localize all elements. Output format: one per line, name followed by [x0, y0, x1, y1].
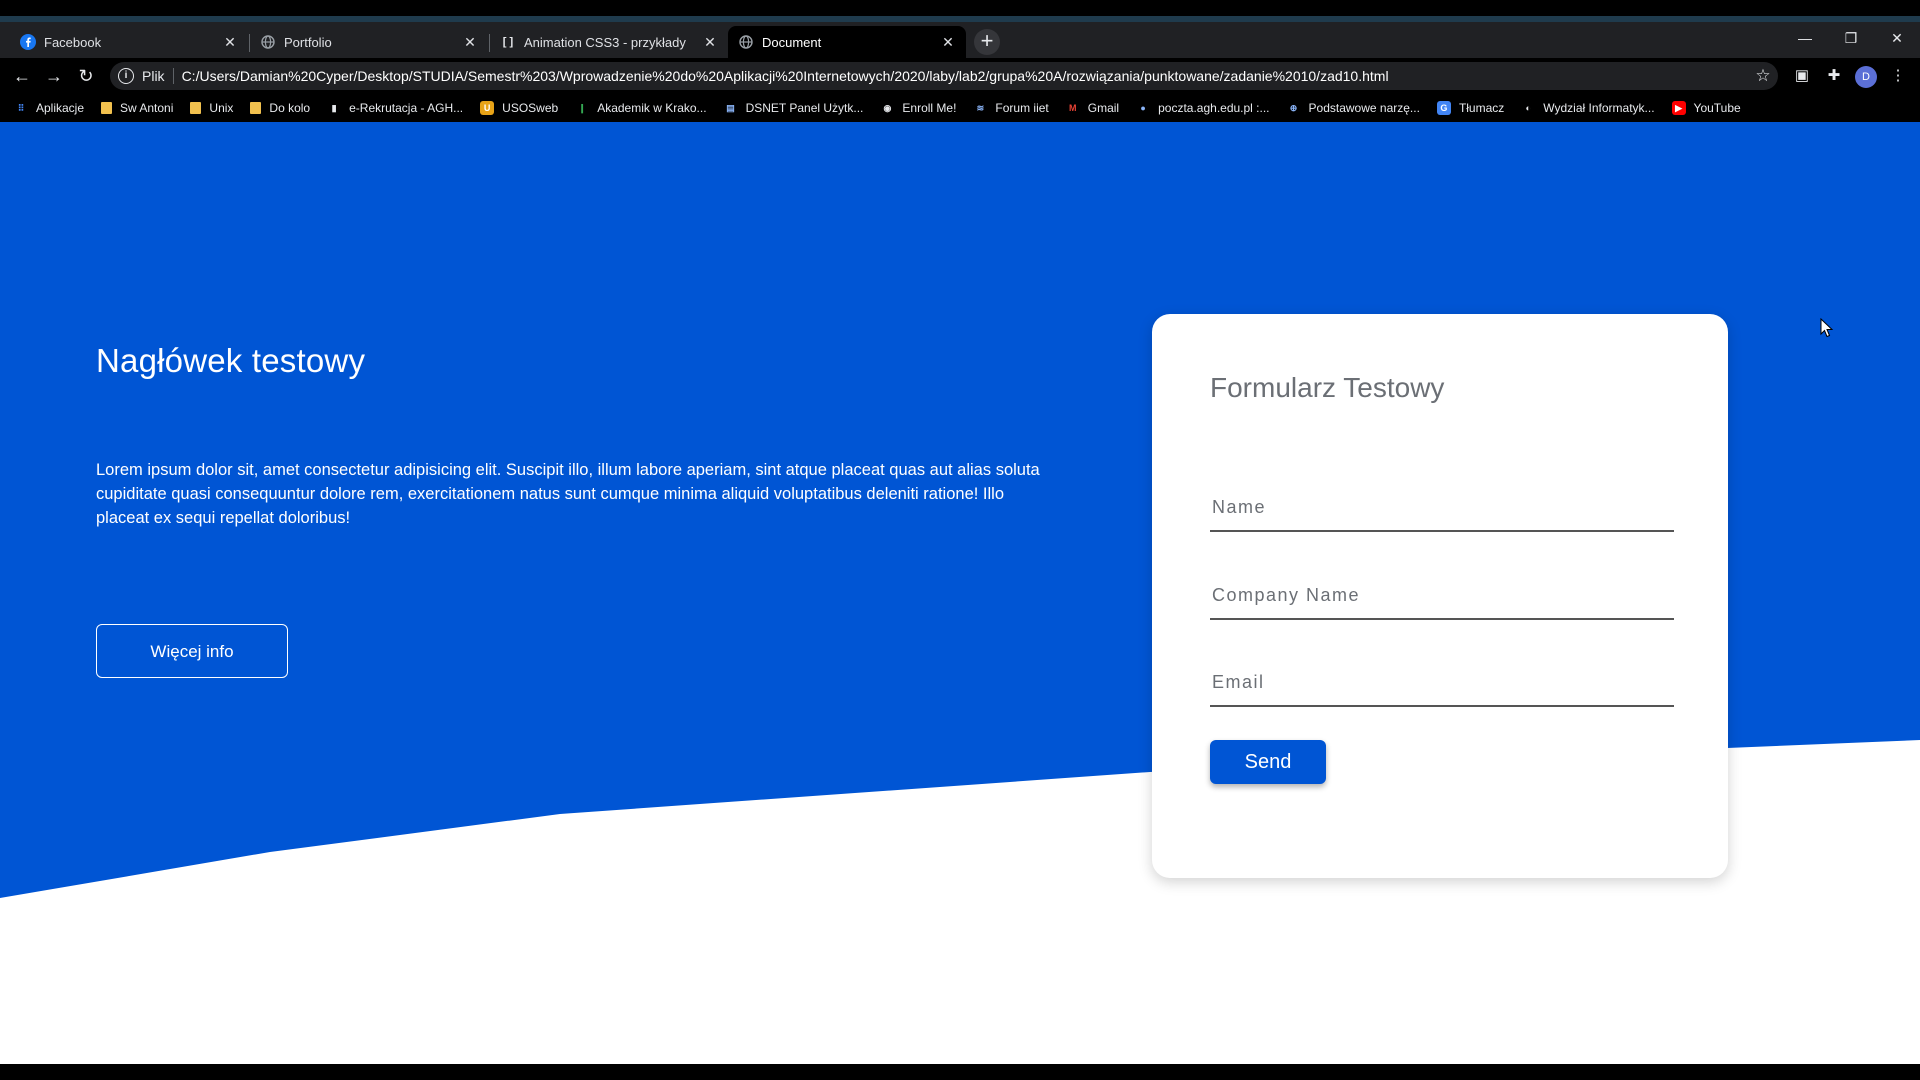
youtube-icon: ▶: [1671, 101, 1686, 115]
bookmark-item[interactable]: ◉ Enroll Me!: [880, 101, 956, 115]
bookmark-label: Unix: [209, 101, 234, 115]
bookmark-item[interactable]: G Tłumacz: [1436, 101, 1505, 115]
faculty-icon: ◐: [1525, 103, 1531, 113]
window-top-strip: [0, 0, 1920, 24]
tab-close-icon[interactable]: ✕: [702, 34, 718, 51]
agh-icon: ▮: [331, 102, 337, 113]
tab-facebook[interactable]: Facebook ✕: [10, 26, 248, 58]
bookmark-item[interactable]: ▤ DSNET Panel Użytk...: [724, 101, 864, 115]
bookmark-item[interactable]: ≋ Forum iiet: [973, 101, 1049, 115]
translate-icon: G: [1436, 101, 1451, 115]
bookmark-label: Forum iiet: [995, 101, 1049, 115]
dsnet-icon: ▤: [726, 102, 735, 113]
tab-portfolio[interactable]: Portfolio ✕: [250, 26, 488, 58]
bookmark-star-icon[interactable]: ☆: [1748, 66, 1778, 86]
bookmark-label: Tłumacz: [1458, 101, 1505, 115]
brackets-icon: [ ]: [502, 36, 514, 48]
tab-document[interactable]: Document ✕: [728, 26, 966, 58]
bookmark-item[interactable]: ◐ Wydział Informatyk...: [1521, 101, 1655, 115]
browser-toolbar: ← → ↻ i Plik C:/Users/Damian%20Cyper/Des…: [0, 58, 1920, 94]
menu-kebab-icon[interactable]: ⋮: [1886, 64, 1910, 88]
bookmark-label: Podstawowe narzę...: [1308, 101, 1420, 115]
usos-icon: U: [480, 101, 495, 115]
profile-avatar[interactable]: D: [1855, 66, 1877, 88]
bookmark-label: Sw Antoni: [120, 101, 174, 115]
enroll-icon: ◉: [883, 102, 892, 113]
tools-icon: ⊕: [1289, 102, 1298, 113]
form-title: Formularz Testowy: [1210, 372, 1445, 403]
bookmark-label: DSNET Panel Użytk...: [745, 101, 864, 115]
back-arrow-icon[interactable]: ←: [9, 63, 35, 89]
gmail-icon: M: [1069, 103, 1077, 113]
globe-icon: [738, 34, 754, 50]
bookmark-item[interactable]: ● poczta.agh.edu.pl :...: [1136, 101, 1269, 115]
extension-icon[interactable]: ▣: [1790, 64, 1814, 88]
email-field[interactable]: [1210, 659, 1674, 707]
bookmark-label: poczta.agh.edu.pl :...: [1158, 101, 1270, 115]
tab-title: Facebook: [44, 34, 102, 50]
tab-title: Portfolio: [284, 34, 332, 50]
globe-icon: [260, 34, 276, 50]
address-scheme-label: Plik: [142, 68, 174, 84]
bookmark-item[interactable]: U USOSweb: [480, 101, 558, 115]
bookmark-label: Do kolo: [269, 101, 311, 115]
name-field[interactable]: [1210, 484, 1674, 532]
bookmark-label: Enroll Me!: [902, 101, 957, 115]
reload-icon[interactable]: ↻: [73, 63, 99, 89]
hero-text: Lorem ipsum dolor sit, amet consectetur …: [96, 461, 1040, 527]
folder-icon: [250, 102, 262, 114]
bookmark-label: e-Rekrutacja - AGH...: [349, 101, 464, 115]
bookmark-item[interactable]: Sw Antoni: [101, 101, 173, 115]
tab-close-icon[interactable]: ✕: [940, 34, 956, 51]
akademik-icon: ❙: [578, 102, 586, 113]
new-tab-button[interactable]: +: [974, 29, 1000, 55]
bookmark-item[interactable]: Unix: [190, 101, 233, 115]
bookmark-item[interactable]: ▶ YouTube: [1671, 101, 1741, 115]
bookmark-label: USOSweb: [502, 101, 559, 115]
folder-icon: [190, 102, 202, 114]
bookmarks-bar: ⠿ Aplikacje Sw Antoni Unix Do kolo ▮ e-Rekruta…: [0, 94, 1920, 122]
tab-title: Document: [762, 34, 822, 50]
bookmark-label: Gmail: [1087, 101, 1120, 115]
puzzle-extensions-icon[interactable]: ✚: [1822, 64, 1846, 88]
bookmark-item[interactable]: ⠿ Aplikacje: [14, 101, 84, 115]
tab-animation-css3[interactable]: [ ] Animation CSS3 - przykłady ✕: [490, 26, 728, 58]
address-bar[interactable]: i Plik C:/Users/Damian%20Cyper/Desktop/S…: [110, 62, 1778, 90]
forward-arrow-icon[interactable]: →: [41, 63, 67, 89]
tab-bar: Facebook ✕ Portfolio ✕ [ ] Animation CSS…: [0, 22, 1920, 58]
hero-heading: Nagłówek testowy: [96, 342, 366, 379]
send-button[interactable]: Send: [1210, 740, 1326, 784]
tab-title: Animation CSS3 - przykłady: [524, 34, 686, 50]
company-name-input[interactable]: [1210, 572, 1674, 618]
bookmark-item[interactable]: ⊕ Podstawowe narzę...: [1287, 101, 1420, 115]
apps-grid-icon: ⠿: [17, 102, 25, 113]
tab-close-icon[interactable]: ✕: [462, 34, 478, 51]
address-url[interactable]: C:/Users/Damian%20Cyper/Desktop/STUDIA/S…: [182, 68, 1748, 84]
bookmark-item[interactable]: Do kolo: [250, 101, 310, 115]
company-name-field[interactable]: [1210, 572, 1674, 620]
window-close-icon[interactable]: ✕: [1874, 24, 1920, 52]
more-info-button[interactable]: Więcej info: [96, 624, 288, 678]
bookmark-item[interactable]: ▮ e-Rekrutacja - AGH...: [327, 101, 464, 115]
folder-icon: [101, 102, 113, 114]
site-info-icon[interactable]: i: [118, 68, 134, 84]
mail-icon: ●: [1140, 103, 1146, 113]
bookmark-label: Akademik w Krako...: [597, 101, 707, 115]
bookmark-label: YouTube: [1693, 101, 1741, 115]
email-input[interactable]: [1210, 659, 1674, 705]
bookmark-item[interactable]: M Gmail: [1066, 101, 1119, 115]
minimize-icon[interactable]: —: [1782, 24, 1828, 52]
tab-close-icon[interactable]: ✕: [222, 34, 238, 51]
page-viewport: Nagłówek testowy Lorem ipsum dolor sit, …: [0, 122, 1920, 1064]
bookmark-label: Wydział Informatyk...: [1543, 101, 1655, 115]
forum-icon: ≋: [976, 102, 985, 113]
form-card: Formularz Testowy Send: [1152, 314, 1728, 878]
name-input[interactable]: [1210, 484, 1674, 530]
facebook-icon: [20, 34, 36, 50]
bookmark-label: Aplikacje: [36, 101, 85, 115]
bookmark-item[interactable]: ❙ Akademik w Krako...: [575, 101, 706, 115]
restore-icon[interactable]: ❐: [1828, 24, 1874, 52]
mouse-cursor-icon: [1820, 318, 1834, 338]
window-bottom-bar: [0, 1064, 1920, 1080]
